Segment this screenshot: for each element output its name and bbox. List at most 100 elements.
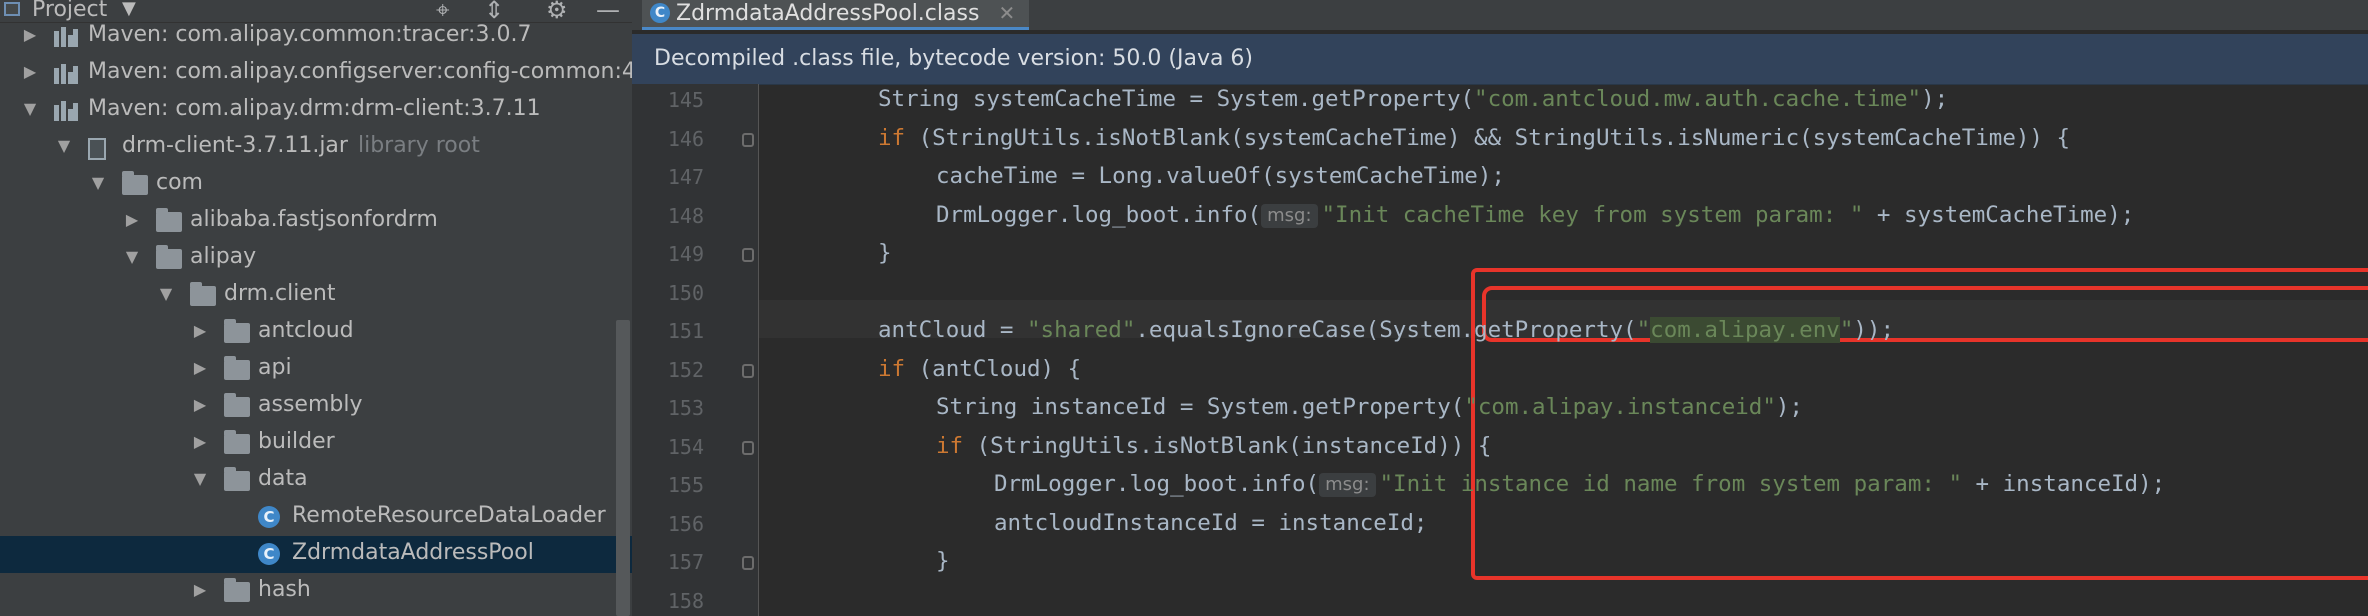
tree-item[interactable]: ▶ alibaba.fastjsonfordrm — [0, 203, 632, 240]
tree-item[interactable]: ▶ antcloud — [0, 314, 632, 351]
expand-arrow-closed-icon[interactable]: ▶ — [124, 210, 140, 229]
package-icon — [224, 467, 250, 491]
tree-item-label: alipay — [190, 244, 257, 269]
line-number: 156 — [667, 511, 704, 536]
tree-item[interactable]: ▼ com — [0, 166, 632, 203]
expand-arrow-closed-icon[interactable]: ▶ — [22, 62, 38, 81]
tree-item-label: drm.client — [224, 281, 336, 306]
tree-item[interactable]: ▶ builder — [0, 425, 632, 462]
line-number: 158 — [667, 588, 704, 613]
class-icon: C — [258, 506, 280, 528]
banner-text: Decompiled .class file, bytecode version… — [654, 46, 1254, 71]
project-scrollbar[interactable] — [616, 320, 630, 616]
project-view-icon — [4, 2, 20, 16]
expand-arrow-open-icon[interactable]: ▼ — [90, 173, 106, 192]
expand-arrow-closed-icon[interactable]: ▶ — [192, 358, 208, 377]
library-icon — [54, 101, 78, 121]
tree-item[interactable]: C RemoteResourceDataLoader — [0, 499, 632, 536]
expand-arrow-open-icon[interactable]: ▼ — [56, 136, 72, 155]
param-hint: msg: — [1261, 203, 1318, 228]
code-line: } — [936, 548, 950, 574]
code-line: DrmLogger.log_boot.info(msg: "Init instan… — [994, 471, 2166, 497]
tree-item[interactable]: ▶ api — [0, 351, 632, 388]
expand-arrow-closed-icon[interactable]: ▶ — [192, 321, 208, 340]
package-icon — [224, 319, 250, 343]
tree-item[interactable]: ▶ hash — [0, 573, 632, 610]
class-icon: C — [650, 3, 670, 23]
line-number: 149 — [667, 242, 704, 266]
expand-arrow-open-icon[interactable]: ▼ — [158, 284, 174, 303]
package-icon — [122, 171, 148, 195]
code-line: if (StringUtils.isNotBlank(systemCacheTi… — [878, 124, 2071, 151]
code-line: if (antCloud) { — [878, 355, 1082, 382]
line-number: 145 — [667, 88, 704, 112]
line-number: 147 — [667, 165, 704, 189]
editor: C ZdrmdataAddressPool.class ✕ Decompiled… — [632, 0, 2368, 616]
tree-item-label: Maven: com.alipay.configserver:config-co… — [88, 59, 632, 84]
tree-item[interactable]: ▶ Maven: com.alipay.common:tracer:3.0.7 — [0, 18, 632, 55]
editor-tab-bar: C ZdrmdataAddressPool.class ✕ — [632, 0, 2368, 30]
tree-item[interactable]: ▼ data — [0, 462, 632, 499]
tree-item[interactable]: ▼ alipay — [0, 240, 632, 277]
tree-item-label: assembly — [258, 392, 363, 417]
tree-item-label: builder — [258, 429, 335, 454]
package-icon — [190, 282, 216, 306]
code-line: String systemCacheTime = System.getPrope… — [878, 86, 1949, 112]
line-number: 155 — [667, 473, 704, 497]
line-number: 150 — [667, 280, 704, 305]
code-line: antcloudInstanceId = instanceId; — [994, 509, 1428, 536]
tree-item[interactable]: ▼ drm.client — [0, 277, 632, 314]
fold-marker-icon[interactable] — [742, 248, 754, 262]
tree-item-label: data — [258, 466, 308, 491]
param-hint: msg: — [1319, 473, 1376, 497]
fold-marker-icon[interactable] — [742, 132, 754, 147]
package-icon — [224, 393, 250, 417]
expand-arrow-closed-icon[interactable]: ▶ — [192, 580, 208, 599]
project-view-dropdown-icon[interactable]: ▼ — [122, 0, 136, 19]
fold-marker-icon[interactable] — [742, 363, 754, 378]
fold-marker-icon[interactable] — [742, 556, 754, 570]
line-number: 153 — [667, 396, 704, 420]
package-icon — [156, 208, 182, 232]
tree-item-label: Maven: com.alipay.drm:drm-client:3.7.11 — [88, 96, 541, 121]
line-number: 148 — [667, 203, 704, 228]
code-line: DrmLogger.log_boot.info(msg: "Init cacheT… — [936, 201, 2135, 228]
code-line: String instanceId = System.getProperty("… — [936, 394, 1803, 420]
tab-label: ZdrmdataAddressPool.class — [676, 1, 980, 26]
line-number-gutter[interactable]: 145 146 147 148 149 150 151 152 153 154 155 156 157 1… — [632, 84, 759, 616]
tree-item-label: alibaba.fastjsonfordrm — [190, 207, 438, 232]
package-icon — [224, 578, 250, 602]
package-icon — [224, 356, 250, 380]
tab-zdrmdataaddresspool[interactable]: C ZdrmdataAddressPool.class ✕ — [642, 0, 1030, 30]
expand-arrow-closed-icon[interactable]: ▶ — [192, 432, 208, 451]
tree-item[interactable]: ▶ assembly — [0, 388, 632, 425]
package-icon — [156, 245, 182, 269]
fold-marker-icon[interactable] — [742, 440, 754, 455]
project-tool-window: Project ▼ ⌖ ⇕ ⚙ — ▶ Maven: com.alipay.com… — [0, 0, 632, 616]
tree-item[interactable]: ▼ drm-client-3.7.11.jar library root — [0, 129, 632, 166]
tree-item-label: Maven: com.alipay.common:tracer:3.0.7 — [88, 22, 532, 47]
library-root-hint: library root — [357, 133, 480, 158]
tree-item-label: antcloud — [258, 318, 354, 343]
class-icon: C — [258, 543, 280, 565]
code-line: antCloud = "shared".equalsIgnoreCase(Sys… — [878, 317, 1894, 343]
close-icon[interactable]: ✕ — [999, 0, 1016, 26]
expand-arrow-open-icon[interactable]: ▼ — [22, 99, 38, 118]
tree-item-label: ZdrmdataAddressPool — [292, 540, 534, 565]
expand-arrow-closed-icon[interactable]: ▶ — [22, 25, 38, 44]
code-line: cacheTime = Long.valueOf(systemCacheTime… — [936, 163, 1505, 189]
line-number: 154 — [667, 434, 704, 459]
expand-arrow-open-icon[interactable]: ▼ — [192, 469, 208, 488]
tree-item-label: RemoteResourceDataLoader — [292, 503, 606, 528]
jar-icon — [88, 138, 106, 160]
code-line: if (StringUtils.isNotBlank(instanceId)) … — [936, 432, 1492, 459]
line-number: 146 — [667, 126, 704, 151]
tree-item-label: api — [258, 355, 292, 380]
tree-item-selected[interactable]: C ZdrmdataAddressPool — [0, 536, 632, 573]
tree-item[interactable]: ▶ Maven: com.alipay.configserver:config-c… — [0, 55, 632, 92]
line-number: 151 — [667, 319, 704, 343]
tree-item[interactable]: ▼ Maven: com.alipay.drm:drm-client:3.7.11 — [0, 92, 632, 129]
expand-arrow-closed-icon[interactable]: ▶ — [192, 395, 208, 414]
expand-arrow-open-icon[interactable]: ▼ — [124, 247, 140, 266]
decompiled-banner: Decompiled .class file, bytecode version… — [632, 34, 2368, 85]
